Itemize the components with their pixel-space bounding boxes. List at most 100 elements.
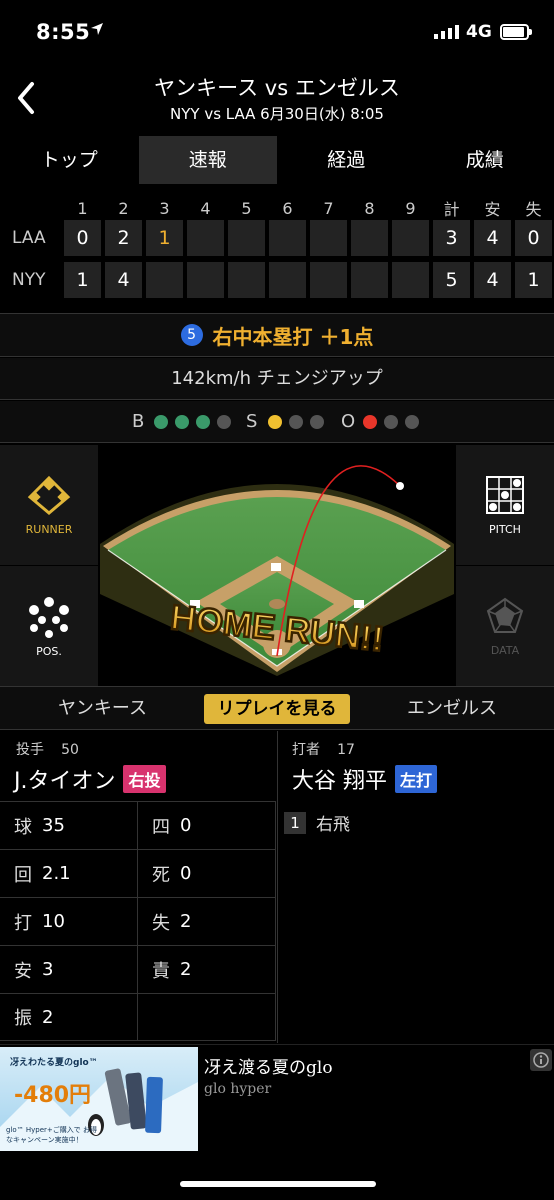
- away-team-label[interactable]: エンゼルス: [350, 687, 554, 731]
- pitcher-number: 50: [61, 742, 79, 758]
- stats-row: 球 35 四0: [0, 801, 276, 849]
- ad-image-price: -480円: [14, 1083, 92, 1108]
- pitch-grid-icon: [486, 475, 524, 514]
- pitcher-name: J.タイオン: [14, 769, 116, 794]
- errors: 1: [515, 262, 552, 298]
- ad-image-headline: 冴えわたる夏のglo™: [10, 1058, 98, 1068]
- ball-label: B: [132, 411, 145, 432]
- inning-score: [187, 220, 224, 256]
- total-runs: 3: [433, 220, 470, 256]
- stats-row: 回 2.1 死0: [0, 849, 276, 897]
- inning-score: 1: [64, 262, 101, 298]
- team-abbr: LAA: [12, 228, 46, 248]
- batter-hand-badge: 左打: [395, 765, 438, 793]
- stat-key: 四: [152, 816, 170, 838]
- ad-info-icon[interactable]: [530, 1049, 552, 1071]
- stat-key: 振: [14, 1008, 32, 1029]
- inning-score: [351, 220, 388, 256]
- runner-button[interactable]: RUNNER: [0, 445, 98, 565]
- positions-button[interactable]: POS.: [0, 566, 98, 686]
- play-result-text: 右中本塁打 ＋1点: [212, 324, 374, 349]
- stat-key: 安: [14, 960, 32, 982]
- ad-subtitle[interactable]: glo hyper: [204, 1081, 271, 1097]
- tab-progress[interactable]: 経過: [277, 136, 416, 184]
- stat-value: 2: [180, 911, 192, 932]
- batter-name: 大谷 翔平: [292, 769, 387, 794]
- teams-bar: ヤンキース リプレイを見る エンゼルス: [0, 686, 554, 730]
- stats-row: 安3 責2: [0, 945, 276, 993]
- replay-button[interactable]: リプレイを見る: [204, 694, 350, 724]
- field-graphic: HOME RUN!!: [100, 444, 454, 686]
- game-title: ヤンキース vs エンゼルス: [154, 76, 400, 100]
- out-dot: [363, 415, 377, 429]
- home-indicator[interactable]: [180, 1181, 376, 1187]
- stat-value: 2: [42, 1006, 54, 1028]
- tab-live[interactable]: 速報: [138, 136, 277, 184]
- out-dot: [384, 415, 398, 429]
- pitcher-stats-table: 球 35 四0 回 2.1 死0 打 10 失2 安3 責2 振2: [0, 801, 276, 1041]
- positions-icon: [29, 596, 69, 638]
- status-time: 8:55: [36, 20, 91, 44]
- strike-label: S: [246, 411, 258, 432]
- team-abbr: NYY: [12, 270, 46, 290]
- radar-chart-icon: [486, 597, 524, 633]
- inning-score: [310, 220, 347, 256]
- inning-score: [392, 220, 429, 256]
- ball-dot: [217, 415, 231, 429]
- inning-score: 2: [105, 220, 142, 256]
- stat-value: 2: [180, 959, 192, 980]
- runner-label: RUNNER: [25, 522, 73, 536]
- inning-score-current: 1: [146, 220, 183, 256]
- runner-diamond-icon: [27, 475, 71, 515]
- inning-score: [310, 262, 347, 298]
- pitcher-role: 投手: [16, 742, 44, 758]
- scoreboard-row-nyy: NYY 1 4 5 4 1: [0, 262, 554, 298]
- stat-value: 35: [42, 815, 65, 836]
- pitcher-hand-badge: 右投: [123, 765, 166, 793]
- stat-value: 0: [180, 815, 192, 836]
- column-divider: [277, 801, 278, 1043]
- stat-value: 10: [42, 911, 65, 932]
- scoreboard: 1 2 3 4 5 6 7 8 9 計 安 失 LAA 0 2 1 3 4 0 …: [0, 190, 554, 302]
- batter-number: 17: [337, 742, 355, 758]
- home-team-label[interactable]: ヤンキース: [0, 687, 205, 731]
- pitch-label: PITCH: [489, 522, 521, 536]
- inning-score: [187, 262, 224, 298]
- out-label: O: [341, 411, 356, 432]
- pitch-button[interactable]: PITCH: [456, 445, 554, 565]
- signal-icon: [434, 25, 459, 39]
- tab-top[interactable]: トップ: [0, 136, 139, 184]
- inning-score: [269, 262, 306, 298]
- stat-key: 責: [152, 960, 170, 982]
- stat-key: 回: [14, 864, 32, 886]
- batter-role: 打者: [292, 742, 320, 758]
- inning-score: [228, 220, 265, 256]
- stat-value: 0: [180, 863, 192, 884]
- network-type: 4G: [466, 22, 492, 42]
- inning-score: [146, 262, 183, 298]
- data-button[interactable]: DATA: [456, 566, 554, 686]
- scoreboard-row-laa: LAA 0 2 1 3 4 0: [0, 220, 554, 256]
- tab-stats[interactable]: 成績: [416, 136, 554, 184]
- inning-score: [392, 262, 429, 298]
- ad-image[interactable]: 冴えわたる夏のglo™ -480円 glo™ Hyper+ご購入で お得なキャン…: [0, 1047, 198, 1151]
- at-bat-item: 1 右飛: [284, 810, 350, 835]
- strike-dot: [289, 415, 303, 429]
- ad-title[interactable]: 冴え渡る夏のglo: [204, 1053, 333, 1078]
- count-indicator: B S O: [0, 401, 554, 443]
- game-subtitle: NYY vs LAA 6月30日(水) 8:05: [170, 105, 384, 123]
- strike-dot: [310, 415, 324, 429]
- hits: 4: [474, 262, 511, 298]
- inning-score: [269, 220, 306, 256]
- ad-image-caption: glo™ Hyper+ご購入で お得なキャンペーン実施中！: [6, 1126, 98, 1144]
- ball-dot: [175, 415, 189, 429]
- pitch-info: 142km/h チェンジアップ: [0, 358, 554, 400]
- data-label: DATA: [490, 643, 520, 657]
- pitcher-card: 投手 50 J.タイオン 右投: [0, 731, 276, 801]
- errors: 0: [515, 220, 552, 256]
- hits: 4: [474, 220, 511, 256]
- inning-score: 0: [64, 220, 101, 256]
- stat-key: 球: [14, 816, 32, 838]
- inning-score: [228, 262, 265, 298]
- ad-banner[interactable]: 冴えわたる夏のglo™ -480円 glo™ Hyper+ご購入で お得なキャン…: [0, 1044, 554, 1152]
